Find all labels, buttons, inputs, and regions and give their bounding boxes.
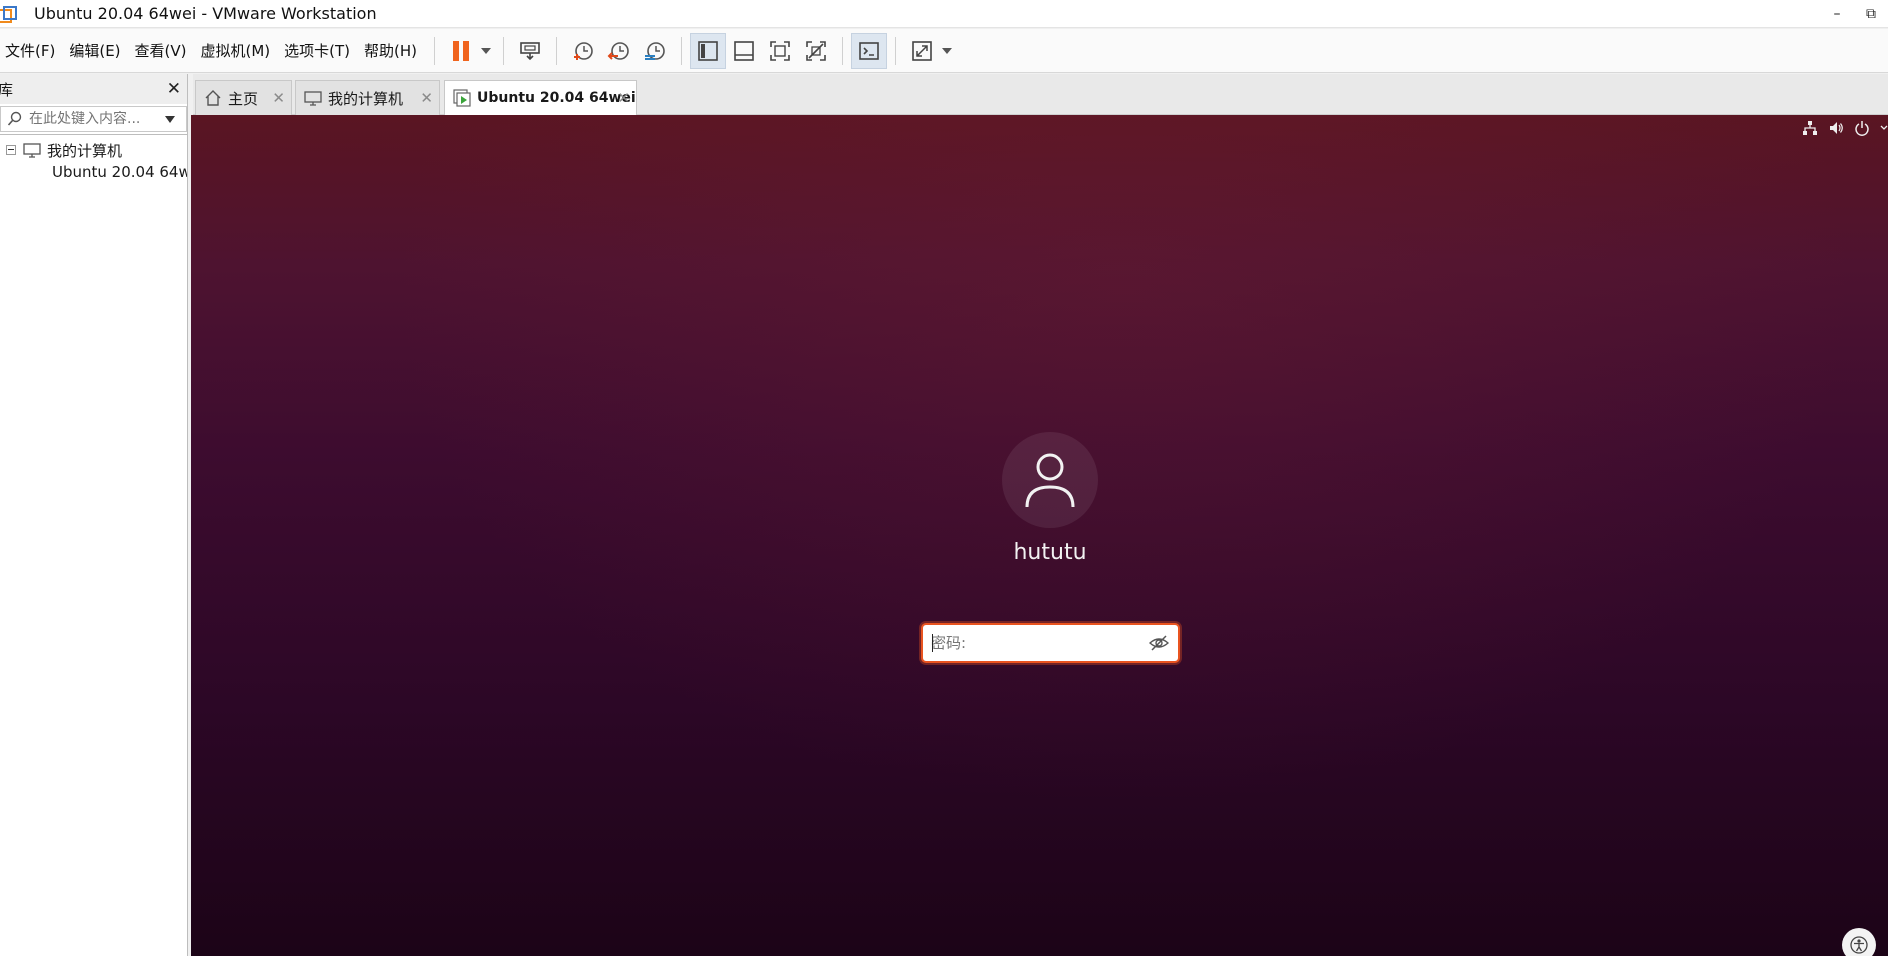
power-icon (1855, 121, 1869, 136)
snapshot-revert-button[interactable] (601, 33, 637, 69)
thumbnail-bar-icon (734, 40, 754, 61)
title-bar: Ubuntu 20.04 64wei - VMware Workstation … (0, 0, 1888, 28)
menu-edit[interactable]: 编辑(E) (64, 29, 129, 73)
tab-label: Ubuntu 20.04 64wei (477, 90, 636, 106)
show-library-icon (698, 40, 718, 61)
tab-home[interactable]: 主页 ✕ (195, 80, 292, 115)
library-panel: 库 ✕ 我的计算机 Ubuntu 20.04 64wei (0, 74, 188, 956)
user-avatar[interactable] (1002, 432, 1098, 528)
tab-my-computer[interactable]: 我的计算机 ✕ (295, 80, 440, 115)
accessibility-icon (1850, 936, 1868, 954)
chevron-down-icon (1880, 125, 1888, 130)
tree-item-label: 我的计算机 (47, 141, 123, 160)
ubuntu-top-bar-status[interactable] (1802, 117, 1888, 139)
menu-vm[interactable]: 虚拟机(M) (196, 29, 280, 73)
vm-running-icon (453, 89, 471, 107)
tab-close-button[interactable]: ✕ (617, 89, 630, 107)
menu-view[interactable]: 查看(V) (130, 29, 196, 73)
tab-label: 我的计算机 (328, 89, 404, 108)
thumbnail-bar-button[interactable] (726, 33, 762, 69)
stretch-button[interactable] (904, 33, 940, 69)
library-title: 库 (0, 80, 14, 99)
full-screen-icon (770, 40, 790, 61)
volume-icon (1830, 122, 1843, 134)
wallpaper-gradient (191, 115, 1888, 956)
library-search-input[interactable] (29, 111, 161, 127)
console-view-icon (859, 41, 879, 60)
toolbar-separator (895, 36, 897, 65)
tree-item-ubuntu-vm[interactable]: Ubuntu 20.04 64wei (0, 161, 187, 183)
accessibility-button[interactable] (1842, 928, 1876, 956)
toolbar-separator (503, 36, 505, 65)
user-icon (1025, 453, 1075, 508)
snapshot-take-icon (574, 41, 593, 60)
library-header: 库 ✕ (0, 74, 187, 104)
tab-close-button[interactable]: ✕ (272, 89, 285, 107)
toolbar-separator (556, 36, 558, 65)
snapshot-manager-icon (645, 41, 665, 60)
tab-strip: 主页 ✕ 我的计算机 ✕ Ubuntu 20.04 64wei ✕ (193, 74, 1888, 115)
password-input[interactable] (931, 634, 1131, 652)
unity-icon (806, 40, 826, 61)
library-tree: 我的计算机 Ubuntu 20.04 64wei (0, 134, 187, 183)
pause-button[interactable] (443, 33, 479, 69)
password-field[interactable] (921, 623, 1180, 663)
restore-button[interactable]: ⧉ (1854, 0, 1888, 28)
toolbar-separator (842, 36, 844, 65)
tree-item-label: Ubuntu 20.04 64wei (52, 163, 187, 181)
send-ctrl-alt-del-icon (520, 41, 540, 60)
window-controls: – ⧉ (1820, 0, 1888, 28)
snapshot-take-button[interactable] (565, 33, 601, 69)
library-close-button[interactable]: ✕ (167, 79, 181, 99)
vmware-logo-icon (0, 5, 17, 23)
username-label: hututu (1013, 540, 1087, 565)
stretch-dropdown-icon[interactable] (942, 47, 953, 54)
full-screen-button[interactable] (762, 33, 798, 69)
home-icon (205, 90, 221, 106)
toolbar-separator (681, 36, 683, 65)
vm-display[interactable]: hututu (191, 115, 1888, 956)
pause-dropdown-icon[interactable] (481, 47, 492, 54)
send-ctrl-alt-del-button[interactable] (512, 33, 548, 69)
reveal-password-button[interactable] (1148, 633, 1170, 653)
collapse-icon[interactable] (6, 145, 16, 155)
menu-file[interactable]: 文件(F) (0, 29, 64, 73)
search-dropdown-icon[interactable] (165, 115, 175, 123)
menu-toolbar: 文件(F) 编辑(E) 查看(V) 虚拟机(M) 选项卡(T) 帮助(H) (0, 29, 1888, 73)
search-icon (7, 111, 22, 126)
computer-icon (23, 143, 41, 158)
tab-ubuntu-vm[interactable]: Ubuntu 20.04 64wei ✕ (444, 80, 637, 115)
pause-icon (453, 40, 470, 61)
window-title: Ubuntu 20.04 64wei - VMware Workstation (34, 4, 377, 23)
unity-button[interactable] (798, 33, 834, 69)
snapshot-manager-button[interactable] (637, 33, 673, 69)
network-icon (1803, 121, 1817, 135)
tab-close-button[interactable]: ✕ (420, 89, 433, 107)
stretch-icon (912, 40, 932, 61)
text-caret (932, 634, 933, 652)
computer-icon (304, 91, 322, 106)
tab-label: 主页 (228, 89, 259, 108)
toolbar-separator (434, 36, 436, 65)
show-library-button[interactable] (690, 32, 727, 69)
snapshot-revert-icon (607, 41, 629, 60)
tree-item-my-computer[interactable]: 我的计算机 (0, 139, 187, 161)
library-search (0, 106, 187, 132)
eye-hidden-icon (1149, 635, 1169, 651)
minimize-button[interactable]: – (1820, 0, 1854, 28)
menu-tabs[interactable]: 选项卡(T) (279, 29, 359, 73)
console-view-button[interactable] (851, 32, 888, 69)
menu-help[interactable]: 帮助(H) (359, 29, 426, 73)
